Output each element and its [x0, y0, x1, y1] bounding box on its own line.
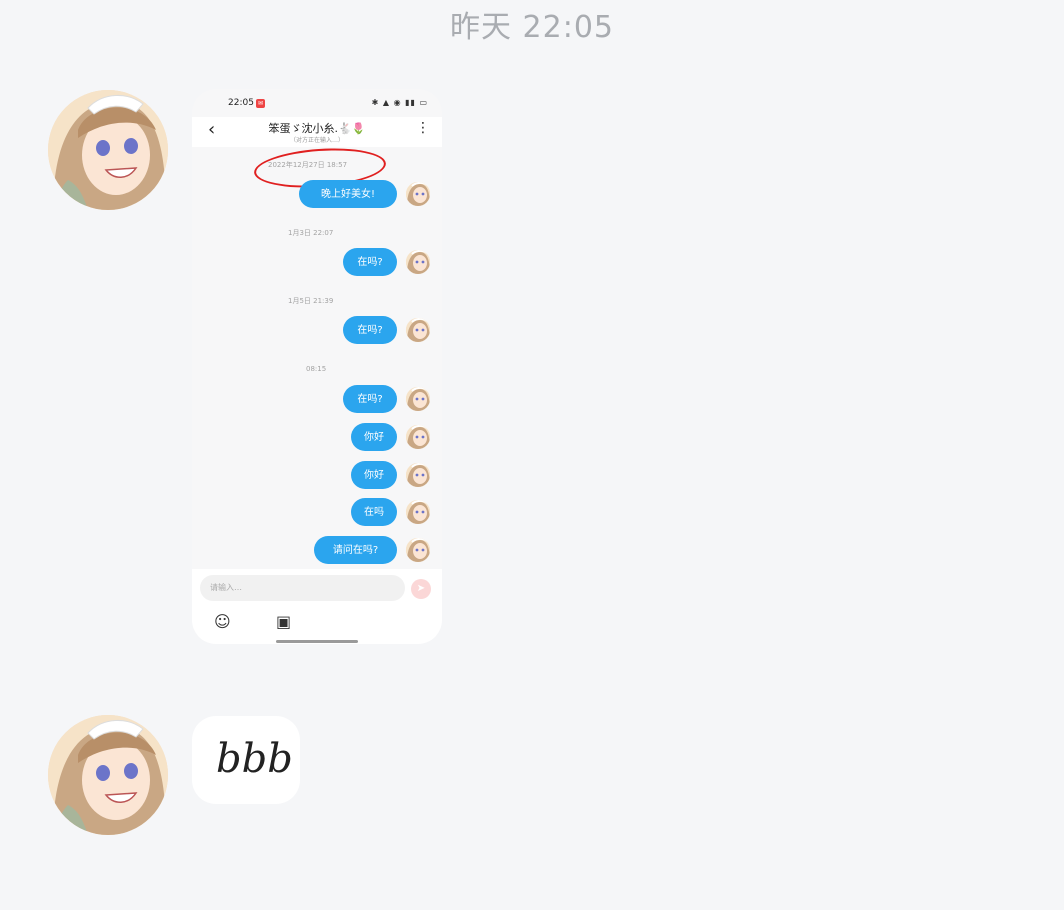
- sender-avatar[interactable]: [48, 90, 168, 210]
- chat-timestamp: 昨天 22:05: [450, 10, 614, 45]
- message-time-label: 1月3日 22:07: [288, 229, 334, 237]
- more-options-icon[interactable]: ⋮: [416, 120, 430, 136]
- message-time-label: 2022年12月27日 18:57: [268, 161, 348, 169]
- image-icon[interactable]: ▣: [276, 612, 291, 631]
- message-avatar: [406, 538, 430, 562]
- emoji-icon[interactable]: ☺: [214, 612, 231, 631]
- message-bubble[interactable]: 你好: [351, 461, 397, 489]
- message-bubble[interactable]: 晚上好美女!: [299, 180, 397, 208]
- send-icon[interactable]: ➤: [411, 579, 431, 599]
- chat-subtitle: （对方正在输入…）: [289, 137, 344, 144]
- message-avatar: [406, 500, 430, 524]
- message-input[interactable]: 请输入…: [200, 575, 405, 601]
- message-bubble[interactable]: 在吗?: [343, 385, 397, 413]
- message-avatar: [406, 318, 430, 342]
- message-bubble[interactable]: 你好: [351, 423, 397, 451]
- app-notification-icon: ✉: [256, 99, 265, 108]
- text-message-bubble[interactable]: bbb: [192, 716, 300, 804]
- message-avatar: [406, 250, 430, 274]
- status-icons: ✱ ▲ ◉ ▮▮ ▭: [371, 98, 428, 107]
- message-avatar: [406, 463, 430, 487]
- message-time-label: 08:15: [306, 365, 327, 373]
- message-time-label: 1月5日 21:39: [288, 297, 334, 305]
- status-bar: 22:05 ✉ ✱ ▲ ◉ ▮▮ ▭: [192, 89, 442, 119]
- message-avatar: [406, 425, 430, 449]
- message-bubble[interactable]: 在吗?: [343, 248, 397, 276]
- back-icon[interactable]: ‹: [208, 119, 215, 140]
- chat-title: 笨蛋ゞ沈小糸.🐇🌷: [268, 122, 366, 135]
- message-text: bbb: [216, 736, 293, 782]
- chat-header: ‹ 笨蛋ゞ沈小糸.🐇🌷 （对方正在输入…） ⋮: [192, 117, 442, 147]
- message-avatar: [406, 182, 430, 206]
- home-indicator: [276, 640, 358, 643]
- sender-avatar[interactable]: [48, 715, 168, 835]
- message-bubble[interactable]: 在吗?: [343, 316, 397, 344]
- shared-screenshot[interactable]: 22:05 ✉ ✱ ▲ ◉ ▮▮ ▭ ‹ 笨蛋ゞ沈小糸.🐇🌷 （对方正在输入…）…: [192, 89, 442, 644]
- input-bar: 请输入… ➤ ☺ ▣: [192, 569, 442, 644]
- status-time: 22:05: [228, 98, 254, 108]
- message-avatar: [406, 387, 430, 411]
- message-bubble[interactable]: 请问在吗?: [314, 536, 397, 564]
- message-bubble[interactable]: 在吗: [351, 498, 397, 526]
